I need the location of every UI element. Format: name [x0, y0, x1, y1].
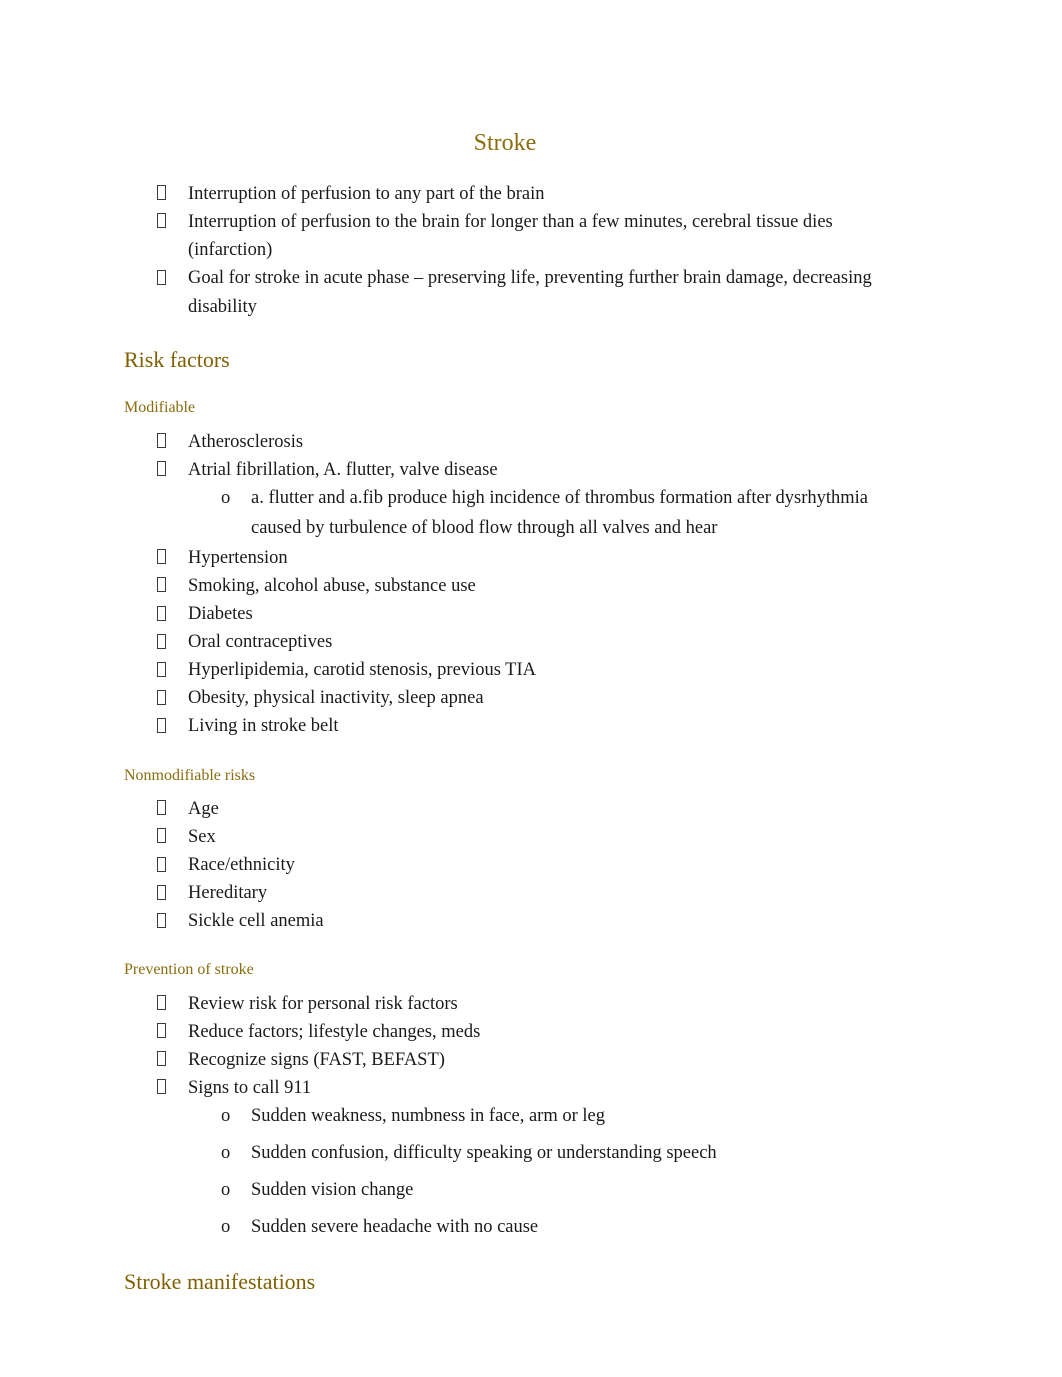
bullet-box-icon — [157, 718, 166, 734]
list-item: Oral contraceptives — [124, 628, 912, 656]
list-item-label: Sex — [188, 826, 216, 847]
section-heading-stroke-manifestations: Stroke manifestations — [124, 1268, 316, 1294]
sub-bullet-o-icon: o — [221, 1142, 231, 1163]
list-item-label: Race/ethnicity — [188, 854, 295, 875]
bullet-box-icon — [157, 605, 166, 621]
list-item: Reduce factors; lifestyle changes, meds — [124, 1018, 912, 1046]
list-item-label: Living in stroke belt — [188, 716, 339, 737]
prevention-bullet-list: Review risk for personal risk factors Re… — [124, 990, 912, 1243]
list-item-label: Sickle cell anemia — [188, 911, 324, 932]
bullet-box-icon — [157, 213, 166, 229]
bullet-box-icon — [157, 461, 166, 477]
subsection-heading-modifiable: Modifiable — [124, 399, 196, 417]
sub-list-item: o Sudden severe headache with no cause — [188, 1213, 912, 1243]
list-item: Hereditary — [124, 879, 912, 907]
list-item: Hypertension — [124, 544, 912, 572]
list-item-label: Age — [188, 798, 219, 819]
list-item: Interruption of perfusion to the brain f… — [124, 208, 912, 265]
list-item: Sex — [124, 823, 912, 851]
sub-list-item: o Sudden confusion, difficulty speaking … — [188, 1139, 912, 1169]
bullet-box-icon — [157, 270, 166, 286]
list-item-label: Recognize signs (FAST, BEFAST) — [188, 1049, 445, 1070]
page-title: Stroke — [473, 130, 537, 156]
list-item: Sickle cell anemia — [124, 907, 912, 935]
list-item-label: Oral contraceptives — [188, 632, 333, 653]
list-item-label: Reduce factors; lifestyle changes, meds — [188, 1021, 481, 1042]
bullet-box-icon — [157, 433, 166, 449]
modifiable-bullet-list: Atherosclerosis Atrial fibrillation, A. … — [124, 428, 912, 741]
list-item-label: Hyperlipidemia, carotid stenosis, previo… — [188, 660, 537, 681]
list-item: Age — [124, 795, 912, 823]
sub-list-item-label: Sudden vision change — [251, 1179, 414, 1200]
sub-list-item-label: a. flutter and a.fib produce high incide… — [251, 487, 868, 538]
bullet-box-icon — [157, 689, 166, 705]
section-heading-risk-factors: Risk factors — [124, 347, 230, 373]
nonmodifiable-bullet-list: Age Sex Race/ethnicity Hereditary Sickle… — [124, 795, 912, 936]
list-item-label: Obesity, physical inactivity, sleep apne… — [188, 688, 484, 709]
sub-list-item: o Sudden vision change — [188, 1176, 912, 1206]
list-item: Review risk for personal risk factors — [124, 990, 912, 1018]
list-item: Goal for stroke in acute phase – preserv… — [124, 264, 912, 321]
list-item: Race/ethnicity — [124, 851, 912, 879]
bullet-box-icon — [157, 856, 166, 872]
bullet-box-icon — [157, 800, 166, 816]
sub-list-item-label: Sudden weakness, numbness in face, arm o… — [251, 1105, 605, 1126]
list-item-label: Signs to call 911 — [188, 1077, 312, 1098]
bullet-box-icon — [157, 884, 166, 900]
list-item-label: Atrial fibrillation, A. flutter, valve d… — [188, 459, 498, 480]
bullet-box-icon — [157, 1079, 166, 1095]
list-item-label: Goal for stroke in acute phase – preserv… — [188, 268, 872, 317]
bullet-box-icon — [157, 185, 166, 201]
bullet-box-icon — [157, 1051, 166, 1067]
list-item-label: Atherosclerosis — [188, 431, 304, 452]
list-item-label: Hereditary — [188, 883, 268, 904]
sub-list-item: o a. flutter and a.fib produce high inci… — [188, 484, 912, 544]
list-item: Hyperlipidemia, carotid stenosis, previo… — [124, 656, 912, 684]
list-item: Atherosclerosis — [124, 428, 912, 456]
bullet-box-icon — [157, 912, 166, 928]
sub-bullet-o-icon: o — [221, 1216, 231, 1237]
sub-bullet-o-icon: o — [221, 1179, 231, 1200]
list-item: Atrial fibrillation, A. flutter, valve d… — [124, 456, 912, 544]
list-item-label: Diabetes — [188, 604, 253, 625]
sub-list-item-label: Sudden severe headache with no cause — [251, 1216, 539, 1237]
list-item-label: Interruption of perfusion to the brain f… — [188, 211, 833, 261]
sub-list-item-label: Sudden confusion, difficulty speaking or… — [251, 1142, 717, 1163]
list-item: Interruption of perfusion to any part of… — [124, 180, 912, 208]
bullet-box-icon — [157, 633, 166, 649]
list-item-label: Review risk for personal risk factors — [188, 993, 458, 1014]
subsection-heading-nonmodifiable: Nonmodifiable risks — [124, 766, 256, 784]
document-page: Stroke Interruption of perfusion to any … — [0, 0, 1062, 1377]
bullet-box-icon — [157, 661, 166, 677]
call-911-sub-list: o Sudden weakness, numbness in face, arm… — [188, 1102, 912, 1243]
list-item: Signs to call 911 o Sudden weakness, num… — [124, 1074, 912, 1243]
bullet-box-icon — [157, 549, 166, 565]
afib-sub-list: o a. flutter and a.fib produce high inci… — [188, 484, 912, 544]
list-item: Obesity, physical inactivity, sleep apne… — [124, 684, 912, 712]
list-item-label: Hypertension — [188, 547, 288, 568]
list-item: Recognize signs (FAST, BEFAST) — [124, 1046, 912, 1074]
bullet-box-icon — [157, 828, 166, 844]
bullet-box-icon — [157, 1023, 166, 1039]
bullet-box-icon — [157, 995, 166, 1011]
bullet-box-icon — [157, 577, 166, 593]
sub-bullet-o-icon: o — [221, 1105, 231, 1126]
list-item: Smoking, alcohol abuse, substance use — [124, 572, 912, 600]
intro-bullet-list: Interruption of perfusion to any part of… — [124, 180, 912, 321]
list-item-label: Interruption of perfusion to any part of… — [188, 183, 545, 204]
list-item-label: Smoking, alcohol abuse, substance use — [188, 575, 476, 596]
sub-bullet-o-icon: o — [221, 487, 231, 508]
sub-list-item: o Sudden weakness, numbness in face, arm… — [188, 1102, 912, 1132]
subsection-heading-prevention: Prevention of stroke — [124, 961, 254, 979]
list-item: Living in stroke belt — [124, 712, 912, 740]
list-item: Diabetes — [124, 600, 912, 628]
